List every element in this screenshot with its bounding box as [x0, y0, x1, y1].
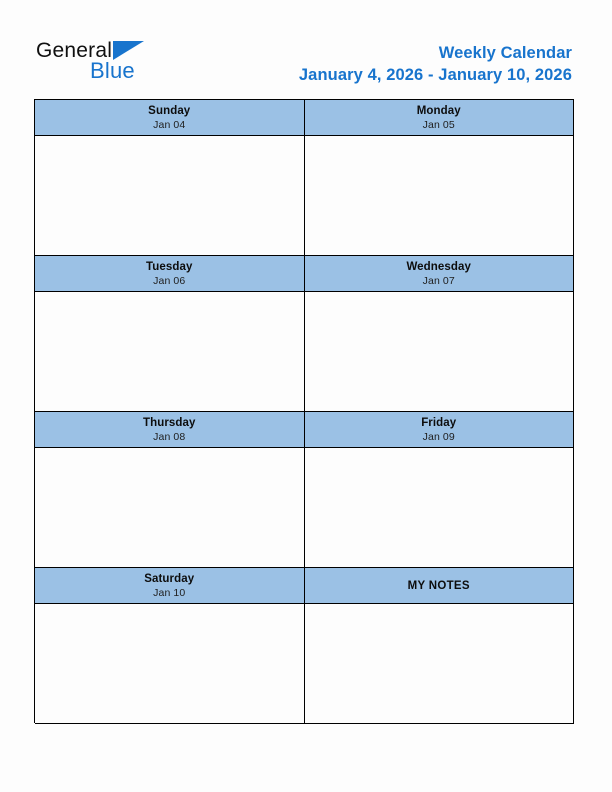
day-header-friday[interactable]: Friday Jan 09: [304, 412, 574, 448]
notes-header[interactable]: MY NOTES: [304, 568, 574, 604]
page-header: General Blue Weekly Calendar January 4, …: [0, 0, 612, 99]
day-header-row: Sunday Jan 04 Monday Jan 05: [35, 100, 574, 136]
day-header-saturday[interactable]: Saturday Jan 10: [35, 568, 305, 604]
day-content-monday[interactable]: [304, 136, 574, 256]
brand-word-blue: Blue: [90, 58, 135, 83]
day-date-label: Jan 10: [153, 587, 186, 599]
day-content-friday[interactable]: [304, 448, 574, 568]
day-header-row: Thursday Jan 08 Friday Jan 09: [35, 412, 574, 448]
day-date-label: Jan 05: [422, 119, 455, 131]
day-content-wednesday[interactable]: [304, 292, 574, 412]
day-header-row: Tuesday Jan 06 Wednesday Jan 07: [35, 256, 574, 292]
page-title-block: Weekly Calendar January 4, 2026 - Januar…: [299, 43, 572, 86]
day-header-monday[interactable]: Monday Jan 05: [304, 100, 574, 136]
day-name-label: Sunday: [148, 105, 191, 117]
day-date-label: Jan 04: [153, 119, 186, 131]
notes-header-label: MY NOTES: [407, 580, 470, 592]
day-name-label: Friday: [421, 417, 457, 429]
day-content-row: [35, 604, 574, 724]
weekly-calendar-page: General Blue Weekly Calendar January 4, …: [0, 0, 612, 792]
brand-logo[interactable]: General Blue: [36, 38, 236, 90]
day-name-label: Monday: [416, 105, 461, 117]
day-name-label: Thursday: [142, 417, 196, 429]
day-date-label: Jan 07: [422, 275, 455, 287]
day-name-label: Saturday: [144, 573, 195, 585]
notes-content[interactable]: [304, 604, 574, 724]
day-header-thursday[interactable]: Thursday Jan 08: [35, 412, 305, 448]
page-title: Weekly Calendar: [438, 44, 572, 62]
day-date-label: Jan 06: [153, 275, 186, 287]
day-header-wednesday[interactable]: Wednesday Jan 07: [304, 256, 574, 292]
date-range-subtitle: January 4, 2026 - January 10, 2026: [298, 66, 572, 84]
day-content-saturday[interactable]: [35, 604, 305, 724]
day-header-row: Saturday Jan 10 MY NOTES: [35, 568, 574, 604]
day-header-tuesday[interactable]: Tuesday Jan 06: [35, 256, 305, 292]
day-content-row: [35, 136, 574, 256]
day-content-row: [35, 448, 574, 568]
day-name-label: Wednesday: [406, 261, 472, 273]
day-content-thursday[interactable]: [35, 448, 305, 568]
day-date-label: Jan 09: [422, 431, 455, 443]
day-name-label: Tuesday: [145, 261, 193, 273]
day-header-sunday[interactable]: Sunday Jan 04: [35, 100, 305, 136]
day-content-tuesday[interactable]: [35, 292, 305, 412]
day-content-sunday[interactable]: [35, 136, 305, 256]
calendar-grid: Sunday Jan 04 Monday Jan 05 Tuesday Jan …: [34, 99, 574, 724]
day-date-label: Jan 08: [153, 431, 186, 443]
day-content-row: [35, 292, 574, 412]
